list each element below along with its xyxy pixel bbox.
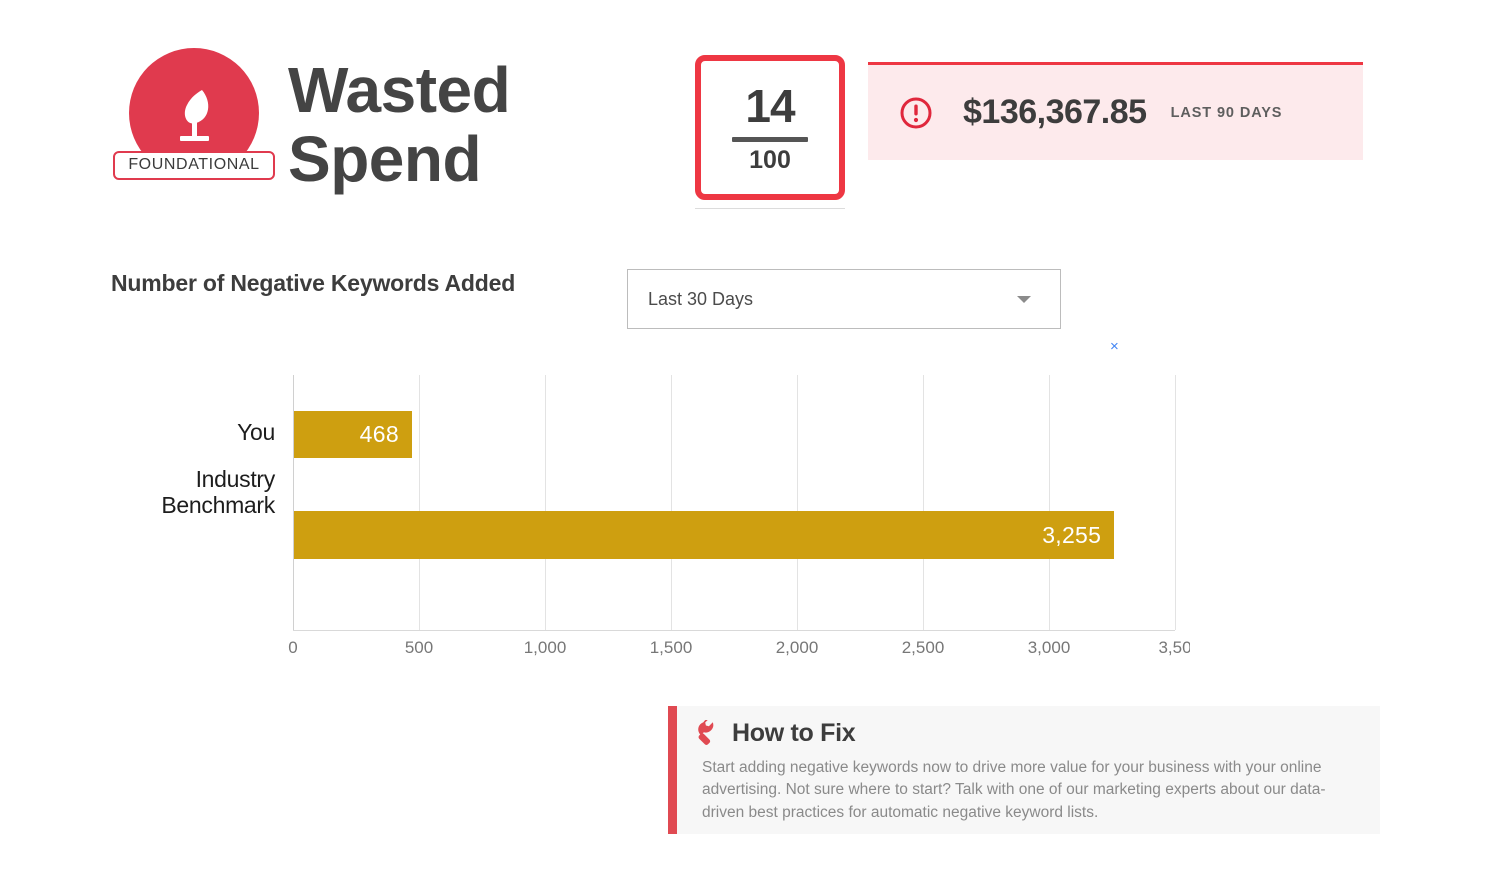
score-widget: 14 100: [695, 55, 845, 209]
chart-tick-label: 3,000: [1027, 638, 1071, 657]
chart-bar-value-label: 468: [359, 421, 399, 447]
chart-gridline: [1049, 375, 1050, 630]
score-underline: [695, 208, 845, 209]
score-box: 14 100: [695, 55, 845, 200]
chart-gridline: [797, 375, 798, 630]
how-to-fix-header: How to Fix: [677, 706, 1380, 748]
date-range-select-value: Last 30 Days: [648, 288, 754, 309]
logo-badge-label: FOUNDATIONAL: [113, 151, 275, 180]
chart-tick-label: 2,000: [775, 638, 819, 657]
exclamation-circle-icon: [900, 97, 932, 128]
report-header: FOUNDATIONAL Wasted Spend 14 100 $136,36…: [0, 0, 1490, 230]
chart-axis-line: [293, 630, 1175, 631]
chart-bar[interactable]: 468: [294, 411, 412, 458]
how-to-fix-callout: How to Fix Start adding negative keyword…: [668, 706, 1380, 834]
wasted-spend-alert-banner: $136,367.85 LAST 90 DAYS: [868, 62, 1363, 160]
page-title-line1: Wasted: [288, 54, 511, 126]
chart-category-label: You: [237, 419, 275, 445]
benchmark-bar-chart: 468 3,255: [293, 375, 1176, 630]
chart-tick-label: 1,500: [649, 638, 693, 657]
chart-tick-label: 1,000: [523, 638, 567, 657]
score-total: 100: [749, 145, 791, 174]
chart-heading: Number of Negative Keywords Added: [111, 270, 516, 296]
score-value: 14: [745, 79, 795, 132]
chart-bar[interactable]: 3,255: [294, 511, 1115, 559]
chart-gridline: [671, 375, 672, 630]
page-title-line2: Spend: [288, 123, 482, 196]
chart-bar-value-label: 3,255: [1042, 521, 1102, 548]
wasted-spend-amount: $136,367.85: [963, 93, 1147, 131]
chevron-down-icon: [1017, 295, 1031, 303]
how-to-fix-title: How to Fix: [732, 719, 856, 747]
chart-gridline: [923, 375, 924, 630]
chart-gridline: [419, 375, 420, 630]
chart-close-button[interactable]: ×: [1106, 337, 1123, 356]
chart-tick-label: 500: [404, 638, 434, 657]
chart-gridline: [1175, 375, 1176, 630]
page-title: Wasted Spend: [288, 54, 668, 196]
sapling-leaf-icon: [180, 90, 209, 141]
wrench-icon: [698, 719, 714, 745]
chart-category-label: Industry Benchmark: [161, 466, 275, 518]
axis-tick-clip-mask: [1190, 630, 1490, 670]
score-fraction-bar: [732, 136, 808, 142]
how-to-fix-body: Start adding negative keywords now to dr…: [702, 759, 1326, 821]
chart-tick-label: 3,50: [1158, 638, 1192, 657]
chart-tick-label: 2,500: [901, 638, 945, 657]
wasted-spend-period-label: LAST 90 DAYS: [1170, 104, 1283, 121]
chart-tick-label: 0: [288, 638, 298, 657]
date-range-select[interactable]: Last 30 Days: [627, 269, 1061, 329]
chart-gridline: [545, 375, 546, 630]
foundational-logo: FOUNDATIONAL: [113, 48, 275, 188]
